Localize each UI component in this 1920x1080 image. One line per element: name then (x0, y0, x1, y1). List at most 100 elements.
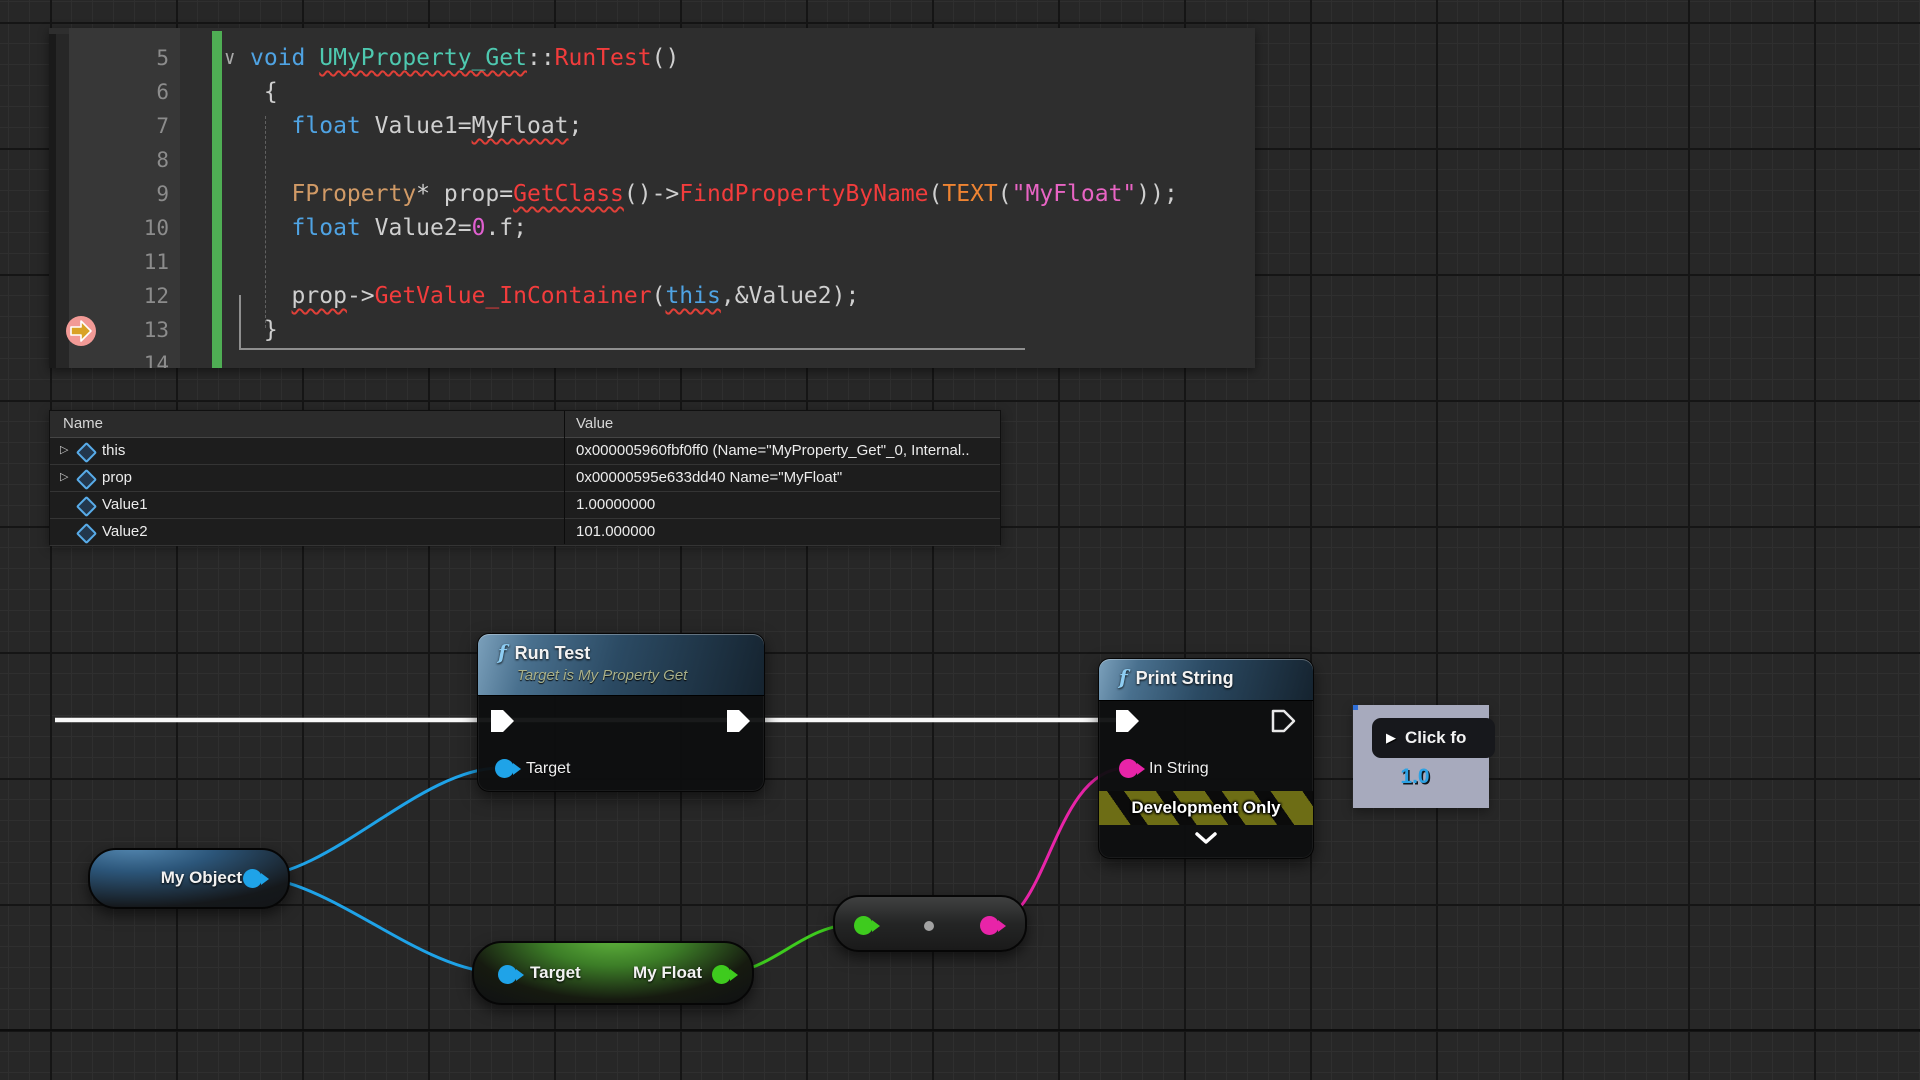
run-test-header: f Run Test Target is My Property Get (478, 634, 764, 696)
line-number: 9 (69, 177, 169, 211)
line-number: 12 (69, 279, 169, 313)
fold-chevron-icon: ∨ (224, 41, 235, 75)
my-float-label: My Float (633, 963, 702, 983)
variable-icon (76, 469, 97, 490)
print-string-header: f Print String (1099, 659, 1313, 701)
line-number: 11 (69, 245, 169, 279)
getter-target-pin[interactable] (498, 965, 517, 984)
line-number: 10 (69, 211, 169, 245)
exec-out-pin[interactable] (726, 709, 752, 738)
line-number: 8 (69, 143, 169, 177)
code-token: FindPropertyByName (679, 181, 928, 207)
code-line (250, 143, 1255, 177)
target-input-pin[interactable] (495, 759, 514, 778)
code-line: float Value2=0.f; (250, 211, 1255, 245)
code-token: float (292, 113, 375, 139)
watch-variable-value: 0x000005960fbf0ff0 (Name="MyProperty_Get… (576, 438, 996, 463)
watch-variable-value: 0x00000595e633dd40 Name="MyFloat" (576, 465, 996, 490)
node-run-test[interactable]: f Run Test Target is My Property Get Tar… (477, 633, 765, 792)
code-token: Value1= (375, 113, 472, 139)
exec-out-pin[interactable] (1271, 709, 1297, 738)
variable-icon (76, 442, 97, 463)
code-token: :: (527, 45, 555, 71)
code-token: ( (929, 181, 943, 207)
my-object-output-pin[interactable] (243, 869, 262, 888)
node-subtitle: Target is My Property Get (517, 667, 754, 684)
watch-window: Name Value ▷this0x000005960fbf0ff0 (Name… (49, 410, 1001, 545)
unreal-debug-screenshot: 567891011121314 ∨void UMyProperty_Get::R… (0, 0, 1920, 1080)
code-editor[interactable]: 567891011121314 ∨void UMyProperty_Get::R… (49, 28, 1255, 368)
line-number: 6 (69, 75, 169, 109)
click-for-label: Click fo (1405, 728, 1466, 748)
conversion-output-pin[interactable] (980, 916, 999, 935)
code-token (250, 215, 292, 241)
code-token: -> (347, 283, 375, 309)
watch-row[interactable]: Value11.00000000 (50, 492, 1000, 519)
in-string-pin[interactable] (1119, 759, 1138, 778)
watch-variable-name: Value1 (102, 492, 148, 517)
code-line (250, 245, 1255, 279)
code-lines: ∨void UMyProperty_Get::RunTest() { float… (250, 41, 1255, 368)
getter-target-label: Target (530, 963, 581, 983)
code-token: ( (998, 181, 1012, 207)
code-token: FProperty (292, 181, 417, 207)
code-token: )); (1136, 181, 1178, 207)
code-token: } (250, 317, 278, 343)
exec-in-pin[interactable] (1115, 709, 1141, 738)
node-to-string-conversion[interactable] (833, 895, 1027, 952)
code-token: float (292, 215, 375, 241)
node-title: Print String (1136, 668, 1234, 689)
code-token (250, 283, 292, 309)
code-token: ()-> (624, 181, 679, 207)
conversion-dot-icon (924, 921, 934, 931)
click-for-button[interactable]: ▶ Click fo (1372, 718, 1495, 758)
variable-icon (76, 496, 97, 517)
code-token: void (250, 45, 319, 71)
code-token: { (250, 79, 278, 105)
node-print-string[interactable]: f Print String In String Development Onl… (1098, 658, 1314, 859)
watch-row[interactable]: Value2101.000000 (50, 519, 1000, 546)
node-my-object[interactable]: My Object (88, 848, 290, 909)
code-token: Value2= (375, 215, 472, 241)
code-line: FProperty* prop=GetClass()->FindProperty… (250, 177, 1255, 211)
code-token: TEXT (942, 181, 997, 207)
node-get-my-float[interactable]: Target My Float (472, 941, 754, 1005)
function-icon: f (498, 640, 507, 664)
exec-in-pin[interactable] (490, 709, 516, 738)
watch-col-name: Name (63, 411, 103, 437)
code-token: MyFloat (472, 113, 569, 139)
code-token: RunTest (555, 45, 652, 71)
development-only-banner: Development Only (1099, 791, 1313, 825)
my-float-output-pin[interactable] (712, 965, 731, 984)
editor-left-strip (49, 34, 56, 368)
code-token: UMyProperty_Get (319, 45, 527, 71)
code-token (250, 181, 292, 207)
conversion-input-pin[interactable] (854, 916, 873, 935)
scope-guide (239, 295, 241, 348)
tooltip-corner-marker (1353, 705, 1358, 710)
code-line (250, 347, 1255, 368)
code-line: prop->GetValue_InContainer(this,&Value2)… (250, 279, 1255, 313)
code-token: prop (292, 283, 347, 309)
code-token: ; (569, 113, 583, 139)
change-tracking-bar (212, 31, 222, 368)
code-token: GetClass (513, 181, 624, 207)
function-icon: f (1119, 665, 1128, 689)
code-token: () (652, 45, 680, 71)
expand-arrow-icon[interactable]: ▷ (60, 438, 68, 463)
watch-header: Name Value (50, 411, 1000, 438)
watch-col-value: Value (576, 411, 613, 437)
in-string-label: In String (1149, 760, 1209, 778)
expand-arrow-icon[interactable]: ▷ (60, 465, 68, 490)
code-token: ( (652, 283, 666, 309)
code-token: .f; (485, 215, 527, 241)
watched-value: 1.0 (1353, 765, 1477, 789)
expand-chevron-icon[interactable] (1195, 831, 1217, 849)
panel-boundary-line (0, 1029, 1920, 1031)
watch-column-divider[interactable] (564, 411, 565, 544)
watch-row[interactable]: ▷prop0x00000595e633dd40 Name="MyFloat" (50, 465, 1000, 492)
execution-pointer-icon[interactable] (65, 315, 98, 352)
watch-row[interactable]: ▷this0x000005960fbf0ff0 (Name="MyPropert… (50, 438, 1000, 465)
code-token: GetValue_InContainer (375, 283, 652, 309)
line-number: 5 (69, 41, 169, 75)
